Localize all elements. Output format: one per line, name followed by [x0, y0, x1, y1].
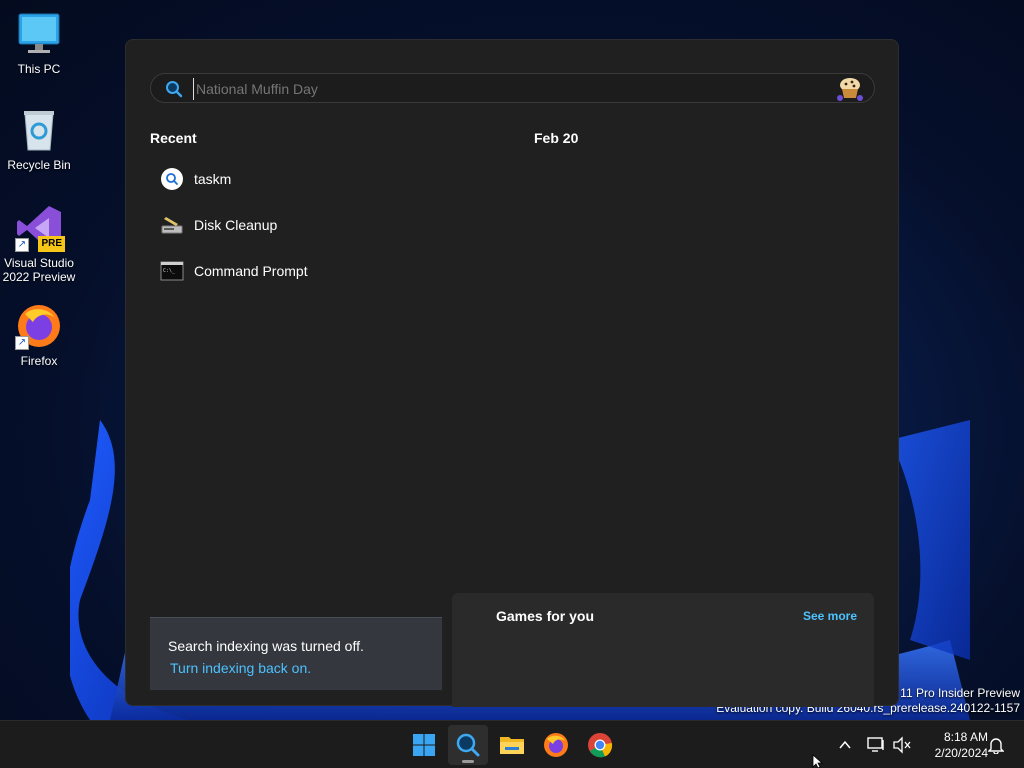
svg-text:C:\_: C:\_ [163, 268, 176, 274]
notifications-button[interactable] [984, 733, 1008, 757]
volume-muted-icon [893, 736, 911, 754]
mouse-cursor-icon [812, 754, 824, 768]
taskbar: 8:18 AM 2/20/2024 [0, 720, 1024, 768]
file-explorer-button[interactable] [492, 725, 532, 765]
search-icon [456, 733, 480, 757]
watermark-line-1: s 11 Pro Insider Preview [890, 686, 1020, 700]
command-prompt-icon: C:\_ [160, 259, 184, 283]
search-input[interactable] [193, 78, 793, 100]
firefox-taskbar-button[interactable] [536, 725, 576, 765]
visual-studio-icon: PRE ↗ [15, 204, 65, 252]
recent-item-label: Command Prompt [194, 263, 308, 279]
desktop-icon-label: Firefox [20, 354, 58, 368]
clock-time: 8:18 AM [943, 730, 988, 744]
start-button[interactable] [404, 725, 444, 765]
turn-indexing-on-link[interactable]: Turn indexing back on. [170, 660, 311, 676]
games-card: Games for you See more [452, 593, 874, 707]
desktop-icon-firefox[interactable]: ↗ Firefox [0, 302, 78, 368]
desktop-icon-recycle-bin[interactable]: Recycle Bin [0, 106, 78, 172]
desktop-icon-label: Recycle Bin [7, 158, 71, 172]
desktop-icon-visual-studio[interactable]: PRE ↗ Visual Studio 2022 Preview [0, 204, 78, 284]
chevron-up-icon [839, 740, 851, 749]
desktop-icon-label: This PC [17, 62, 61, 76]
active-indicator [462, 760, 474, 763]
recent-item-taskm[interactable]: taskm [160, 164, 460, 194]
clock-date: 2/20/2024 [934, 746, 988, 760]
volume-button[interactable] [890, 733, 914, 757]
shortcut-arrow-icon: ↗ [15, 238, 29, 252]
indexing-message: Search indexing was turned off. [168, 638, 364, 654]
indexing-notice: Search indexing was turned off. Turn ind… [150, 617, 442, 690]
chrome-taskbar-button[interactable] [580, 725, 620, 765]
network-icon [867, 737, 884, 752]
recycle-bin-icon [15, 106, 63, 154]
firefox-icon: ↗ [15, 302, 63, 350]
recent-item-command-prompt[interactable]: C:\_ Command Prompt [160, 256, 460, 286]
chrome-icon [588, 733, 613, 758]
search-icon [165, 80, 183, 98]
games-title: Games for you [496, 608, 595, 624]
search-box[interactable] [150, 73, 875, 103]
shortcut-arrow-icon: ↗ [15, 336, 29, 350]
desktop-icon-label: Visual Studio 2022 Preview [2, 256, 76, 284]
search-button[interactable] [448, 725, 488, 765]
search-panel: Recent Feb 20 taskm Disk Cleanup [125, 39, 899, 707]
recent-item-disk-cleanup[interactable]: Disk Cleanup [160, 210, 460, 240]
windows-logo-icon [413, 734, 435, 756]
bell-icon [988, 738, 1004, 754]
recent-title: Recent [150, 130, 197, 146]
disk-cleanup-icon [160, 213, 184, 237]
muffin-icon [836, 76, 864, 102]
today-title: Feb 20 [534, 130, 579, 146]
network-button[interactable] [864, 733, 888, 757]
folder-icon [500, 737, 524, 754]
search-icon [160, 167, 184, 191]
desktop-icon-this-pc[interactable]: This PC [0, 10, 78, 76]
recent-item-label: Disk Cleanup [194, 217, 278, 233]
monitor-icon [15, 10, 63, 58]
recent-item-label: taskm [194, 171, 232, 187]
taskbar-clock[interactable]: 8:18 AM 2/20/2024 [918, 729, 988, 761]
preview-badge: PRE [38, 236, 65, 252]
show-hidden-icons-button[interactable] [833, 733, 857, 757]
firefox-icon [544, 733, 568, 757]
see-more-link[interactable]: See more [803, 609, 857, 623]
